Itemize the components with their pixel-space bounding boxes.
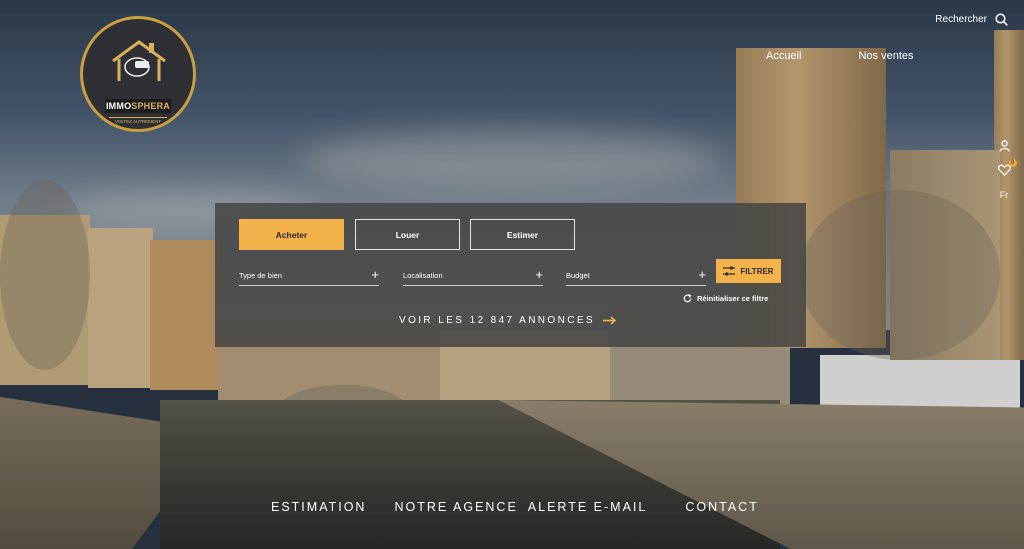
- property-type-field[interactable]: Type de bien +: [239, 265, 379, 286]
- side-icons: 0 Fr: [994, 140, 1017, 200]
- footer-link-alerte-email[interactable]: ALERTE E-MAIL: [528, 500, 648, 514]
- refresh-icon: [683, 294, 692, 303]
- tab-acheter[interactable]: Acheter: [239, 219, 344, 250]
- favorites-count-badge: 0: [1008, 159, 1017, 167]
- favorites[interactable]: 0: [997, 159, 1017, 178]
- plus-icon: +: [535, 267, 543, 282]
- main-nav: Accueil Nos ventes: [766, 50, 914, 62]
- tab-louer[interactable]: Louer: [355, 219, 460, 250]
- header-search[interactable]: Rechercher: [935, 13, 1008, 26]
- search-icon[interactable]: [995, 13, 1008, 26]
- see-all-listings-link[interactable]: VOIR LES 12 847 ANNONCES: [399, 315, 616, 326]
- site-logo[interactable]: IMMOSPHERA VISITEZ AUTREMENT: [80, 16, 196, 132]
- location-field[interactable]: Localisation +: [403, 265, 543, 286]
- logo-brand-b: SPHERA: [131, 101, 170, 111]
- logo-brand: IMMOSPHERA: [105, 99, 171, 113]
- location-label: Localisation: [403, 270, 443, 280]
- reset-filter-link[interactable]: Réinitialiser ce filtre: [683, 294, 768, 303]
- plus-icon: +: [698, 267, 706, 282]
- footer-link-contact[interactable]: CONTACT: [685, 500, 759, 514]
- filter-button[interactable]: FILTRER: [716, 259, 781, 283]
- budget-field[interactable]: Budget +: [566, 265, 706, 286]
- user-icon[interactable]: [998, 140, 1010, 152]
- footer-link-estimation[interactable]: ESTIMATION: [271, 500, 366, 514]
- search-label: Rechercher: [935, 14, 987, 25]
- house-logo-icon: [112, 40, 166, 81]
- budget-label: Budget: [566, 270, 590, 280]
- filter-label: FILTRER: [740, 266, 774, 276]
- reset-filter-label: Réinitialiser ce filtre: [697, 294, 769, 303]
- logo-tagline: VISITEZ AUTREMENT: [109, 117, 167, 124]
- see-all-label: VOIR LES 12 847 ANNONCES: [399, 315, 595, 326]
- heart-icon: [997, 164, 1011, 176]
- plus-icon: +: [371, 267, 379, 282]
- footer-link-notre-agence[interactable]: NOTRE AGENCE: [394, 500, 517, 514]
- nav-item-accueil[interactable]: Accueil: [766, 50, 801, 62]
- nav-item-nos-ventes[interactable]: Nos ventes: [858, 50, 913, 62]
- arrow-right-icon: [603, 316, 616, 325]
- property-type-label: Type de bien: [239, 270, 282, 280]
- language-switch[interactable]: Fr: [1000, 190, 1009, 200]
- logo-brand-a: IMMO: [105, 101, 132, 111]
- footer-nav: ESTIMATION NOTRE AGENCE ALERTE E-MAIL CO…: [271, 500, 787, 514]
- tab-estimer[interactable]: Estimer: [470, 219, 575, 250]
- sliders-icon: [723, 266, 736, 276]
- search-panel: Acheter Louer Estimer Type de bien + Loc…: [215, 203, 806, 347]
